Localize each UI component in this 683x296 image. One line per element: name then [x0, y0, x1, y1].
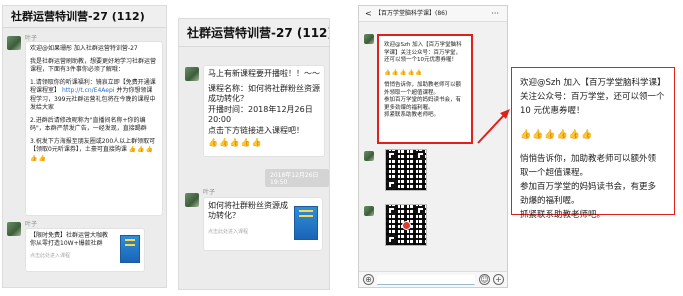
avatar[interactable]: [7, 36, 21, 50]
course-cover-image: [120, 235, 140, 263]
middle-chat-panel: 社群运营特训营-27 (112) 马上有新课程要开播啦！！～～ 课程名称：如何将…: [178, 18, 330, 290]
avatar[interactable]: [364, 151, 374, 161]
emoji-icon[interactable]: ☺: [479, 274, 490, 285]
add-icon[interactable]: +: [493, 274, 504, 285]
zoom-line: 关注公众号：百万学堂，还可以领一个: [520, 92, 665, 102]
thumbs-up-icon: 👍👍👍👍👍: [208, 138, 263, 147]
zoomed-message-callout: 欢迎@Szh 加入【百万学堂脑科学课】 关注公众号：百万学堂，还可以领一个 10…: [511, 67, 675, 220]
message-input[interactable]: [377, 275, 475, 285]
avatar[interactable]: [185, 193, 199, 207]
avatar[interactable]: [364, 34, 374, 44]
message-timestamp: 2018年12月26日 19:50: [265, 169, 329, 187]
qr-code-image[interactable]: [385, 204, 427, 246]
chat-title: 社群运营特训营-27 (112): [3, 6, 166, 28]
course-announcement[interactable]: 马上有新课程要开播啦！！～～ 课程名称：如何将社群粉丝资源成功转化？ 开播时间：…: [203, 65, 325, 157]
message-line: 开播时间：2018年12月26日 20:00: [208, 104, 316, 125]
phone-chat-header: < 【百万学堂脑科学课】(86) ···: [359, 6, 507, 22]
arrow-icon: [477, 109, 510, 144]
avatar[interactable]: [185, 67, 199, 81]
sender-name: 叶子: [203, 189, 216, 196]
zoom-line: 取一个超值课程。: [520, 168, 589, 178]
zoom-line: 悄悄告诉你，加助教老师可以额外领: [520, 154, 657, 164]
message-line: 2.进群后请修改昵称为"直播间名称+你的编码"，本群严禁发广告，一经发现，直接踢…: [30, 116, 147, 133]
message-line: 马上有新课程要开播啦！！～～: [208, 69, 320, 78]
thumbs-up-icon: 👍👍👍👍👍: [384, 69, 424, 76]
highlighted-welcome-message[interactable]: 欢迎@Szh 加入【百万学堂脑科学课】关注公众号：百万学堂，还可以领一个10元优…: [377, 34, 473, 144]
course-card[interactable]: 【限时免费】社群运营大咖教你从零打造10W+爆款社群 点击此处进入课程: [25, 228, 145, 272]
welcome-message[interactable]: 欢迎@如果珊彤 加入社群运营特训营-27 我是社群运营刷助教，想要更好地学习社群…: [25, 41, 163, 216]
message-line: 3.祝发下方海报至朋友圈或200人以上群领取可【领取0元听课券】，土豪可直接购课…: [30, 137, 156, 162]
zoom-line: 劲爆的福利喔。: [520, 196, 580, 206]
sender-name: 叶子: [25, 221, 38, 228]
avatar[interactable]: [364, 206, 374, 216]
chat-title: 社群运营特训营-27 (112): [179, 19, 329, 47]
group-title: 【百万学堂脑科学课】(86): [375, 10, 448, 17]
course-card-title: 如何将社群粉丝资源成功转化？: [208, 201, 288, 220]
message-line: 课程名称：如何将社群粉丝资源成功转化？: [208, 83, 320, 104]
zoom-line: 参加百万学堂的妈妈读书会，有更多: [520, 182, 657, 192]
message-line: 悄悄告诉你，加助教老师可以额外领取一个超值课程。: [384, 82, 462, 96]
qr-code-image[interactable]: [385, 149, 427, 191]
message-line: 抓紧联系助教老师吧。: [384, 112, 440, 118]
input-bar: ⊕ ☺ +: [359, 271, 507, 287]
more-icon[interactable]: ···: [491, 6, 499, 22]
voice-icon[interactable]: ⊕: [363, 274, 374, 285]
left-chat-panel: 社群运营特训营-27 (112) 叶子 欢迎@如果珊彤 加入社群运营特训营-27…: [2, 5, 167, 288]
zoom-line: 抓紧联系助教老师吧。: [520, 210, 606, 220]
course-cover-image: [294, 206, 318, 240]
course-card[interactable]: 如何将社群粉丝资源成功转化？ 点击此处进入课程: [203, 197, 323, 251]
phone-chat-screen: < 【百万学堂脑科学课】(86) ··· 欢迎@Szh 加入【百万学堂脑科学课】…: [358, 5, 508, 288]
message-line: 欢迎@Szh 加入【百万学堂脑科学课】关注公众号：百万学堂，还可以领一个10元优…: [384, 42, 462, 63]
avatar[interactable]: [7, 222, 21, 236]
zoom-line: 欢迎@Szh 加入【百万学堂脑科学课】: [520, 78, 666, 88]
course-link[interactable]: http://t.cn/E4Aepi: [62, 87, 115, 94]
back-icon[interactable]: <: [365, 6, 372, 22]
thumbs-up-icon: 👍👍👍👍👍👍: [520, 130, 594, 140]
message-line: 1.请领取你的听课福利：镜哀立即【免费开通课程课程室】 http://t.cn/…: [30, 78, 156, 112]
zoom-line: 10 元优惠券喔！: [520, 106, 585, 116]
course-card-title: 【限时免费】社群运营大咖教你从零打造10W+爆款社群: [30, 232, 109, 247]
message-line: 我是社群运营刷助教，想要更好地学习社群运营课程，下面有3件事你必须了解哦：: [30, 57, 157, 74]
message-line: 欢迎@如果珊彤 加入社群运营特训营-27: [30, 45, 138, 52]
message-line: 参加百万学堂的妈妈读书会，有更多劲爆的福利喔。: [384, 97, 462, 111]
message-line: 点击下方链接进入课程吧！: [208, 125, 304, 135]
